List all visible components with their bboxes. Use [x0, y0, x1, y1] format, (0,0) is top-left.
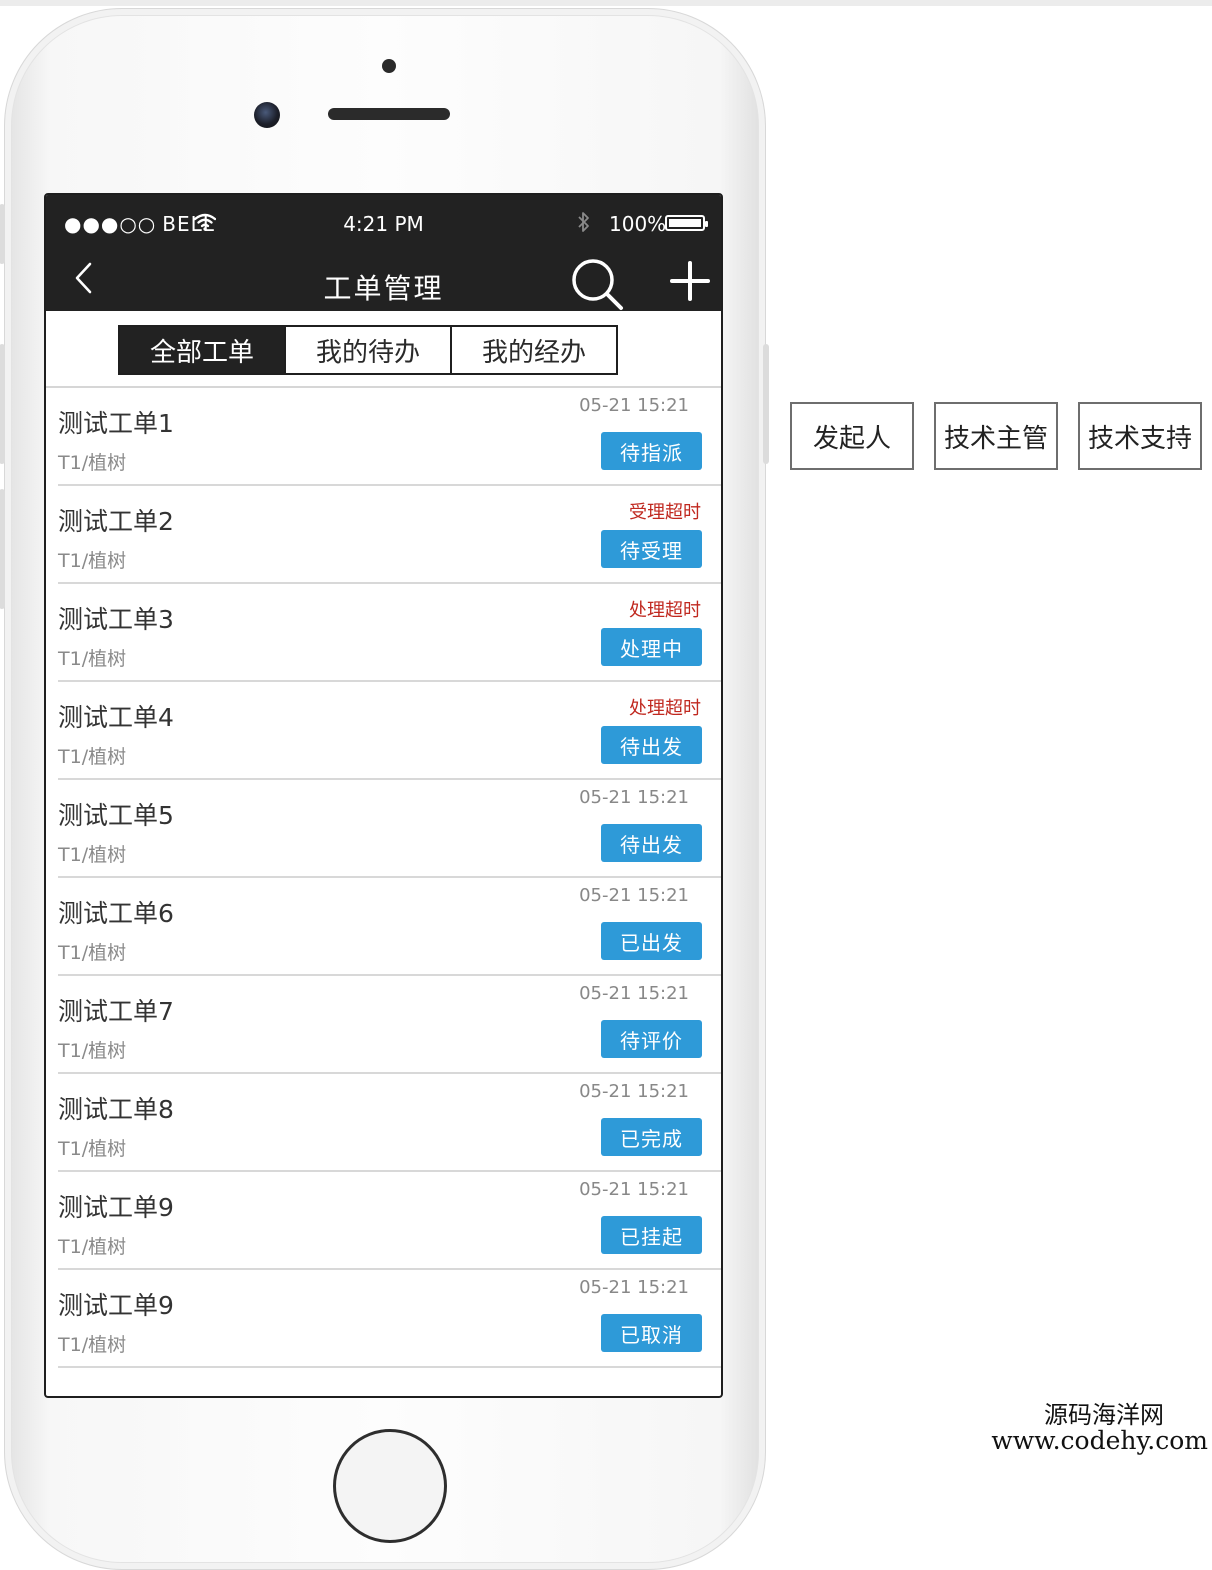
list-item[interactable]: 测试工单9 T1/植树 05-21 15:21 已挂起	[58, 1172, 721, 1270]
watermark-title: 源码海洋网	[1044, 1401, 1164, 1429]
order-title: 测试工单5	[58, 801, 174, 830]
list-item[interactable]: 测试工单9 T1/植树 05-21 15:21 已取消	[58, 1270, 721, 1368]
order-subtitle: T1/植树	[58, 1040, 127, 1062]
order-title: 测试工单6	[58, 899, 174, 928]
tab-my-todo[interactable]: 我的待办	[284, 327, 450, 373]
phone-side-button	[0, 344, 5, 464]
order-subtitle: T1/植树	[58, 550, 127, 572]
status-bar: ●●●○○ BELL 4:21 PM 100%	[46, 195, 721, 253]
order-subtitle: T1/植树	[58, 1138, 127, 1160]
list-item[interactable]: 测试工单1 T1/植树 05-21 15:21 待指派	[58, 388, 721, 486]
status-badge: 待出发	[601, 824, 702, 862]
order-title: 测试工单7	[58, 997, 174, 1026]
order-title: 测试工单2	[58, 507, 174, 536]
order-title: 测试工单4	[58, 703, 174, 732]
order-warning: 处理超时	[629, 600, 701, 621]
phone-screen: ●●●○○ BELL 4:21 PM 100% 工单管理 全部工单 我的待办 我…	[44, 193, 723, 1398]
status-badge: 已取消	[601, 1314, 702, 1352]
work-order-list: 测试工单1 T1/植树 05-21 15:21 待指派 测试工单2 T1/植树 …	[46, 388, 721, 1368]
status-badge: 待受理	[601, 530, 702, 568]
segmented-tabs: 全部工单 我的待办 我的经办	[118, 325, 618, 375]
tab-all-orders[interactable]: 全部工单	[120, 327, 284, 373]
list-item[interactable]: 测试工单8 T1/植树 05-21 15:21 已完成	[58, 1074, 721, 1172]
order-title: 测试工单1	[58, 409, 174, 438]
role-button-tech-support[interactable]: 技术支持	[1078, 402, 1202, 470]
search-icon[interactable]	[570, 257, 624, 311]
order-subtitle: T1/植树	[58, 452, 127, 474]
role-button-initiator[interactable]: 发起人	[790, 402, 914, 470]
order-time: 05-21 15:21	[579, 1179, 689, 1200]
order-time: 05-21 15:21	[579, 787, 689, 808]
status-badge: 已完成	[601, 1118, 702, 1156]
bluetooth-icon	[578, 212, 589, 232]
phone-side-button	[763, 344, 769, 464]
status-badge: 待评价	[601, 1020, 702, 1058]
order-time: 05-21 15:21	[579, 885, 689, 906]
order-time: 05-21 15:21	[579, 983, 689, 1004]
list-item[interactable]: 测试工单5 T1/植树 05-21 15:21 待出发	[58, 780, 721, 878]
watermark-url: www.codehy.com	[991, 1426, 1208, 1456]
order-subtitle: T1/植树	[58, 746, 127, 768]
list-item[interactable]: 测试工单4 T1/植树 处理超时 待出发	[58, 682, 721, 780]
phone-home-button	[333, 1429, 447, 1543]
order-title: 测试工单3	[58, 605, 174, 634]
status-badge: 已出发	[601, 922, 702, 960]
battery-icon	[665, 215, 708, 231]
add-icon[interactable]	[670, 261, 710, 301]
role-button-tech-lead[interactable]: 技术主管	[934, 402, 1058, 470]
status-badge: 已挂起	[601, 1216, 702, 1254]
list-item[interactable]: 测试工单6 T1/植树 05-21 15:21 已出发	[58, 878, 721, 976]
order-title: 测试工单9	[58, 1193, 174, 1222]
nav-bar: 工单管理	[46, 253, 721, 311]
order-time: 05-21 15:21	[579, 1081, 689, 1102]
order-title: 测试工单9	[58, 1291, 174, 1320]
order-time: 05-21 15:21	[579, 395, 689, 416]
page-top-rule	[0, 0, 1212, 6]
order-subtitle: T1/植树	[58, 844, 127, 866]
list-item[interactable]: 测试工单3 T1/植树 处理超时 处理中	[58, 584, 721, 682]
order-subtitle: T1/植树	[58, 1236, 127, 1258]
status-badge: 待指派	[601, 432, 702, 470]
phone-camera	[254, 102, 280, 128]
tab-my-handled[interactable]: 我的经办	[450, 327, 616, 373]
order-subtitle: T1/植树	[58, 942, 127, 964]
battery-percent: 100%	[609, 212, 667, 236]
phone-sensor	[382, 59, 396, 73]
order-title: 测试工单8	[58, 1095, 174, 1124]
list-item[interactable]: 测试工单7 T1/植树 05-21 15:21 待评价	[58, 976, 721, 1074]
order-time: 05-21 15:21	[579, 1277, 689, 1298]
watermark: 源码海洋网 www.codehy.com	[991, 1401, 1208, 1456]
order-subtitle: T1/植树	[58, 1334, 127, 1356]
order-warning: 受理超时	[629, 502, 701, 523]
phone-side-button	[0, 204, 5, 264]
status-badge: 处理中	[601, 628, 702, 666]
phone-side-button	[0, 489, 5, 609]
phone-speaker	[328, 108, 450, 120]
status-badge: 待出发	[601, 726, 702, 764]
order-warning: 处理超时	[629, 698, 701, 719]
list-item[interactable]: 测试工单2 T1/植树 受理超时 待受理	[58, 486, 721, 584]
order-subtitle: T1/植树	[58, 648, 127, 670]
